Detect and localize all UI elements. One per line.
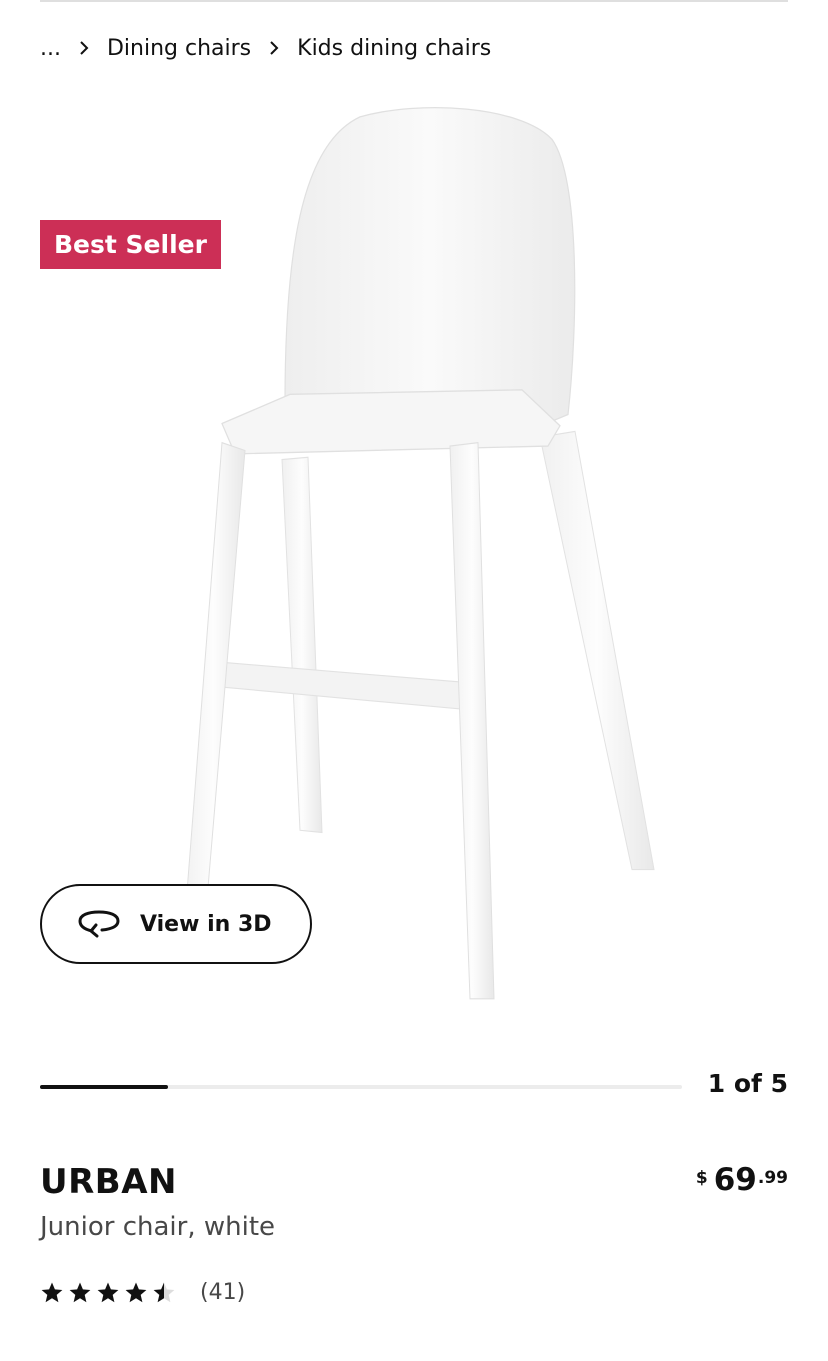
product-description: Junior chair, white xyxy=(40,1212,276,1242)
breadcrumb-kids-dining-chairs[interactable]: Kids dining chairs xyxy=(297,36,491,61)
gallery-progress-track xyxy=(40,1085,682,1089)
gallery-counter: 1 of 5 xyxy=(707,1069,788,1098)
price-integer: 69 xyxy=(713,1162,757,1198)
product-price: $ 69 .99 xyxy=(696,1160,788,1200)
chevron-right-icon xyxy=(261,30,287,66)
top-divider xyxy=(40,0,788,2)
product-rating[interactable]: (41) xyxy=(40,1280,245,1305)
review-count[interactable]: (41) xyxy=(200,1280,245,1305)
star-icon xyxy=(96,1281,120,1305)
gallery-progress-fill xyxy=(40,1085,169,1089)
product-name[interactable]: URBAN xyxy=(40,1162,177,1202)
view-in-3d-label: View in 3D xyxy=(140,911,272,937)
price-currency: $ xyxy=(695,1168,708,1188)
star-icon xyxy=(40,1281,64,1305)
breadcrumb: ... Dining chairs Kids dining chairs xyxy=(40,30,491,66)
product-image[interactable] xyxy=(170,100,670,1010)
view-in-3d-button[interactable]: View in 3D xyxy=(40,884,312,964)
breadcrumb-ellipsis[interactable]: ... xyxy=(40,36,61,61)
best-seller-badge: Best Seller xyxy=(40,220,221,269)
star-icon xyxy=(68,1281,92,1305)
breadcrumb-dining-chairs[interactable]: Dining chairs xyxy=(107,36,251,61)
rating-stars xyxy=(40,1281,180,1305)
price-decimal: .99 xyxy=(757,1168,788,1188)
star-icon xyxy=(152,1281,176,1305)
star-icon xyxy=(124,1281,148,1305)
rotate-3d-icon xyxy=(78,909,120,939)
chevron-right-icon xyxy=(71,30,97,66)
